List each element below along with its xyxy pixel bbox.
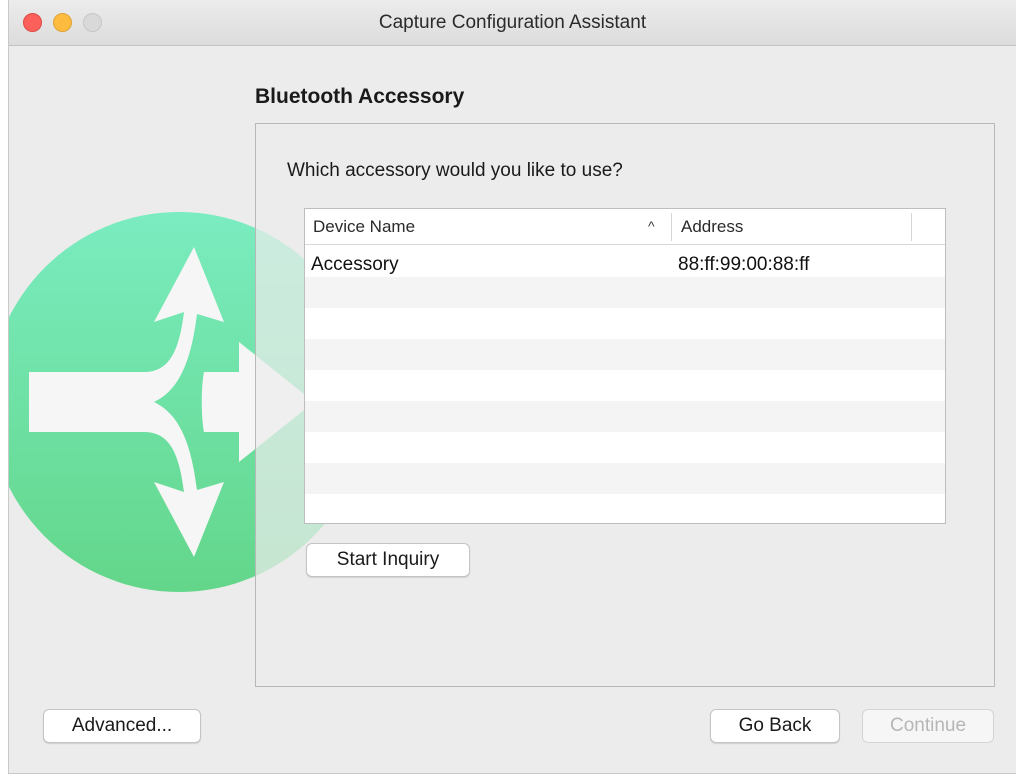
- table-row: [305, 308, 945, 339]
- table-row: [305, 432, 945, 463]
- assistant-window: Capture Configuration Assistant Bluetoot…: [8, 0, 1016, 774]
- table-row[interactable]: Accessory 88:ff:99:00:88:ff: [305, 246, 945, 277]
- column-header-address[interactable]: Address: [681, 217, 743, 237]
- table-row: [305, 401, 945, 432]
- column-header-device-name[interactable]: Device Name: [313, 217, 415, 237]
- chevron-up-icon[interactable]: ^: [648, 218, 655, 234]
- accessory-question: Which accessory would you like to use?: [287, 160, 623, 181]
- window-title: Capture Configuration Assistant: [378, 12, 647, 33]
- device-name-cell: Accessory: [311, 254, 399, 275]
- page-title: Bluetooth Accessory: [255, 85, 465, 108]
- column-divider[interactable]: [671, 213, 672, 241]
- go-back-button[interactable]: Go Back: [710, 709, 840, 743]
- table-header: Device Name ^ Address: [305, 209, 945, 245]
- column-divider[interactable]: [911, 213, 912, 241]
- table-row: [305, 339, 945, 370]
- table-row: [305, 277, 945, 308]
- table-row: [305, 463, 945, 494]
- advanced-button[interactable]: Advanced...: [43, 709, 201, 743]
- table-row: [305, 370, 945, 401]
- continue-button[interactable]: Continue: [862, 709, 994, 743]
- title-bar: Capture Configuration Assistant: [9, 0, 1016, 46]
- table-row: [305, 494, 945, 523]
- start-inquiry-button[interactable]: Start Inquiry: [306, 543, 470, 577]
- table-rows: Accessory 88:ff:99:00:88:ff: [305, 246, 945, 523]
- device-address-cell: 88:ff:99:00:88:ff: [678, 254, 810, 275]
- accessory-table[interactable]: Device Name ^ Address Accessory 88:ff:99…: [304, 208, 946, 524]
